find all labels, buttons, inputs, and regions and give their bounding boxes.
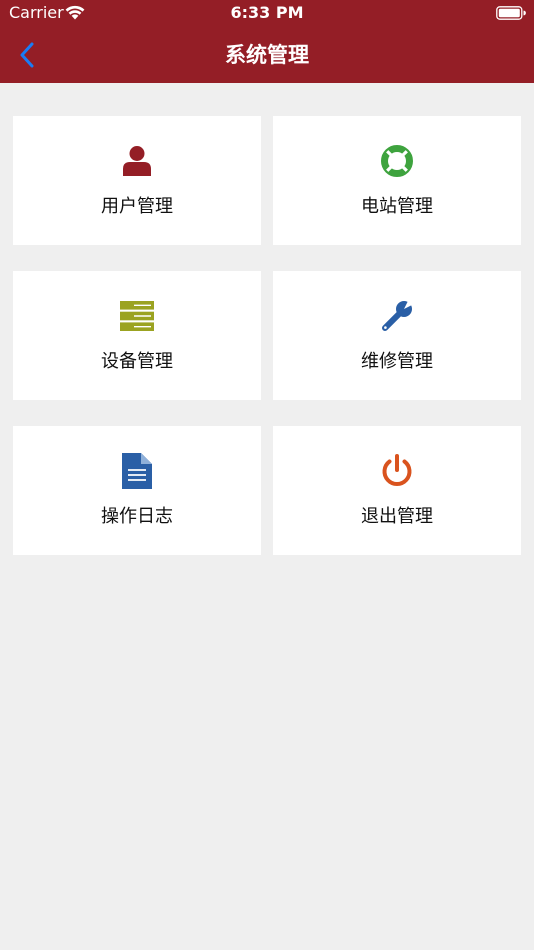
navigation-bar: 系统管理 <box>0 28 534 83</box>
tile-maintenance-management[interactable]: 维修管理 <box>273 271 521 400</box>
user-icon <box>13 143 261 179</box>
tile-label: 设备管理 <box>101 351 173 372</box>
tile-label: 维修管理 <box>361 351 433 372</box>
page-title: 系统管理 <box>225 43 309 67</box>
document-icon <box>13 453 261 489</box>
tile-logout[interactable]: 退出管理 <box>273 426 521 555</box>
tile-equipment-management[interactable]: 设备管理 <box>13 271 261 400</box>
status-time: 6:33 PM <box>230 3 304 22</box>
tile-user-management[interactable]: 用户管理 <box>13 116 261 245</box>
power-icon <box>273 453 521 489</box>
app-header: Carrier 6:33 PM 系统管理 <box>0 0 534 83</box>
status-bar: Carrier 6:33 PM <box>0 0 534 28</box>
tile-label: 退出管理 <box>361 506 433 527</box>
life-ring-icon <box>273 143 521 179</box>
wrench-icon <box>273 298 521 334</box>
tile-label: 电站管理 <box>361 196 433 217</box>
tile-label: 用户管理 <box>101 196 173 217</box>
battery-icon <box>496 5 526 21</box>
server-icon <box>13 298 261 334</box>
tile-operation-log[interactable]: 操作日志 <box>13 426 261 555</box>
tile-station-management[interactable]: 电站管理 <box>273 116 521 245</box>
tile-label: 操作日志 <box>101 506 173 527</box>
